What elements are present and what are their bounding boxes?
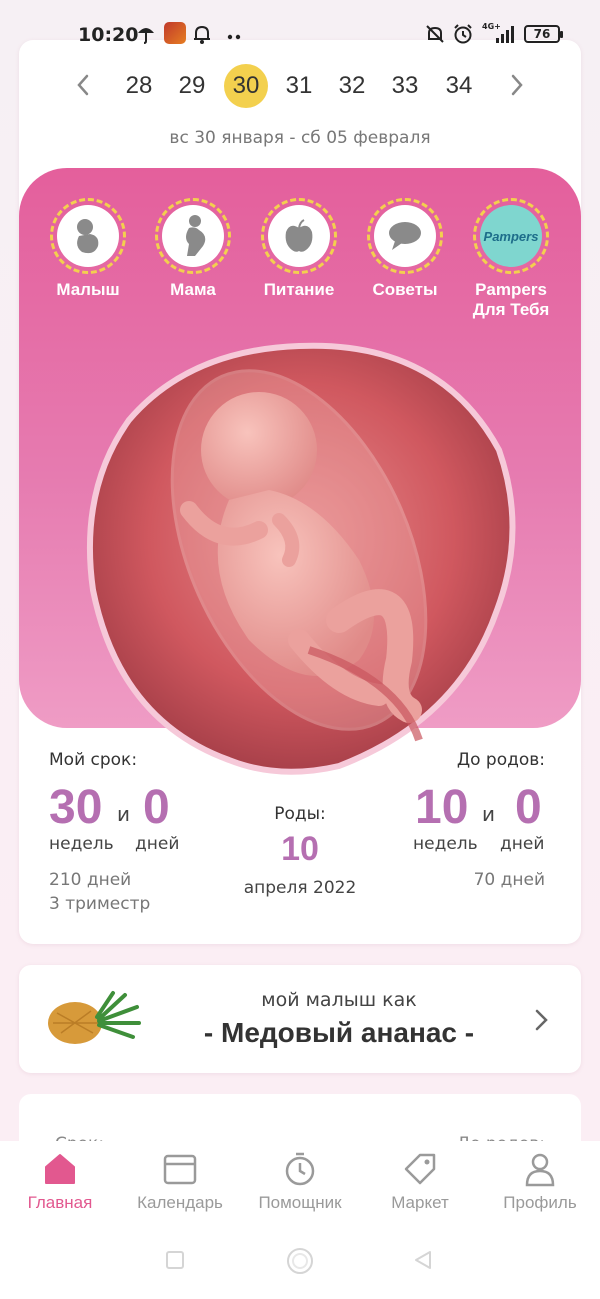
category-ring: Pampers	[473, 198, 549, 274]
tab-home-label: Главная	[27, 1193, 93, 1212]
home-circle-icon[interactable]	[284, 1245, 316, 1277]
category-ring	[367, 198, 443, 274]
tab-market[interactable]: Маркет	[360, 1151, 480, 1213]
category-mother-label: Мама	[170, 280, 216, 299]
category-nutrition-label: Питание	[263, 280, 335, 299]
baby-size-card[interactable]: мой малыш как - Медовый ананас -	[19, 965, 581, 1073]
until-days-unit: дней	[500, 834, 545, 854]
tab-assistant[interactable]: Помощник	[240, 1151, 360, 1213]
term-weeks-unit: недель	[49, 834, 114, 854]
signal-icon	[496, 26, 514, 43]
term-days-unit: дней	[135, 834, 180, 854]
week-32[interactable]: 32	[330, 64, 374, 108]
timer-icon	[285, 1152, 315, 1186]
category-icon-circle	[162, 205, 224, 267]
bottom-navigation: Главная Календарь Помощник Маркет Профил…	[0, 1141, 600, 1299]
chevron-right-icon	[535, 1009, 548, 1031]
recent-apps-icon[interactable]	[164, 1249, 186, 1271]
until-total-days: 70 дней	[473, 870, 545, 890]
birth-month-year: апреля 2022	[243, 878, 357, 898]
baby-size-fruit-name: - Медовый ананас -	[203, 1017, 475, 1048]
status-bar: 10:20 4G+ 76	[0, 18, 600, 52]
category-tips-label: Советы	[372, 280, 438, 299]
week-34[interactable]: 34	[437, 64, 481, 108]
until-and: и	[482, 802, 495, 826]
tab-market-label: Маркет	[391, 1193, 449, 1212]
speech-bubble-icon	[389, 222, 421, 250]
apple-icon	[285, 219, 313, 252]
tab-profile[interactable]: Профиль	[480, 1151, 600, 1213]
week-date-range: вс 30 января - сб 05 февраля	[169, 128, 431, 148]
term-total-days: 210 дней	[49, 870, 132, 890]
category-icon-circle	[57, 205, 119, 267]
back-triangle-icon[interactable]	[412, 1249, 434, 1271]
category-nutrition[interactable]: Питание	[244, 198, 354, 300]
chevron-left-icon[interactable]	[71, 72, 97, 98]
category-icon-circle	[268, 205, 330, 267]
fetus-illustration	[79, 340, 519, 776]
category-ring	[155, 198, 231, 274]
mute-icon	[426, 25, 444, 43]
category-ring	[50, 198, 126, 274]
status-time: 10:20	[78, 24, 139, 46]
category-ring	[261, 198, 337, 274]
week-29[interactable]: 29	[170, 64, 214, 108]
tag-icon	[404, 1153, 436, 1185]
pregnancy-stats: Мой срок: 30 и 0 недель дней 210 дней 3 …	[19, 740, 581, 940]
week-31[interactable]: 31	[277, 64, 321, 108]
until-weeks-unit: недель	[413, 834, 478, 854]
tab-profile-label: Профиль	[503, 1193, 577, 1212]
category-tips[interactable]: Советы	[350, 198, 460, 300]
my-term-label: Мой срок:	[49, 750, 138, 770]
category-pampers[interactable]: Pampers Pampers Для Тебя	[456, 198, 566, 320]
birth-label: Роды:	[274, 804, 326, 824]
trimester: 3 триместр	[49, 894, 151, 914]
category-pampers-label: Pampers Для Тебя	[472, 280, 550, 319]
birth-day: 10	[281, 830, 319, 868]
bell-icon	[194, 25, 210, 44]
week-28[interactable]: 28	[117, 64, 161, 108]
battery-indicator: 76	[524, 25, 563, 43]
pregnant-mother-icon	[186, 215, 206, 256]
umbrella-icon	[138, 28, 154, 44]
category-baby-label: Малыш	[56, 280, 120, 299]
until-days-value: 0	[515, 781, 542, 834]
pineapple-image	[48, 991, 141, 1044]
app-notification-icon	[164, 22, 186, 44]
pampers-logo: Pampers	[483, 228, 539, 244]
week-navigation: 28 29 30 31 32 33 34	[19, 64, 581, 108]
week-33[interactable]: 33	[383, 64, 427, 108]
category-icon-circle: Pampers	[480, 205, 542, 267]
category-baby[interactable]: Малыш	[33, 198, 143, 300]
until-birth-label: До родов:	[456, 750, 545, 770]
pregnancy-week-card: 28 29 30 31 32 33 34 вс 30 января - сб 0…	[19, 40, 581, 944]
profile-icon	[525, 1153, 555, 1187]
tab-calendar-label: Календарь	[137, 1193, 223, 1212]
fetus-image	[86, 342, 516, 775]
category-mother[interactable]: Мама	[138, 198, 248, 300]
alarm-icon	[454, 24, 472, 44]
calendar-icon	[163, 1154, 197, 1185]
more-dots-icon	[227, 34, 241, 40]
chevron-right-icon[interactable]	[503, 72, 529, 98]
category-icon-circle	[374, 205, 436, 267]
baby-icon	[77, 219, 99, 254]
week-30-selected[interactable]: 30	[224, 64, 268, 108]
term-weeks-value: 30	[49, 781, 103, 834]
tab-home[interactable]: Главная	[0, 1151, 120, 1213]
tab-assistant-label: Помощник	[258, 1193, 342, 1212]
until-weeks-value: 10	[415, 781, 469, 834]
home-icon	[45, 1154, 75, 1184]
tab-calendar[interactable]: Календарь	[120, 1151, 240, 1213]
term-days-value: 0	[143, 781, 170, 834]
term-and: и	[117, 802, 130, 826]
baby-size-subtitle: мой малыш как	[261, 989, 417, 1011]
